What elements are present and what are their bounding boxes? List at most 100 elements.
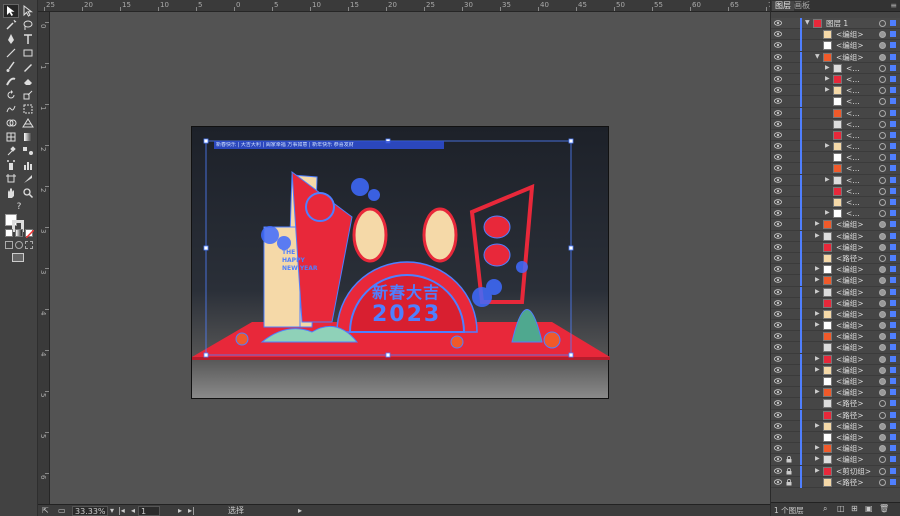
artboard-number-field[interactable]: 1 bbox=[138, 506, 160, 516]
draw-mode-icon[interactable] bbox=[5, 241, 13, 249]
create-sublayer-icon[interactable]: ⊞ bbox=[851, 504, 858, 513]
layer-row[interactable]: ▶ <… bbox=[771, 73, 900, 86]
panel-menu-icon[interactable]: ≡ bbox=[890, 1, 897, 10]
layer-row[interactable]: <编组> bbox=[771, 297, 900, 309]
target-circle-icon[interactable] bbox=[879, 254, 886, 262]
target-circle-icon[interactable] bbox=[879, 42, 886, 50]
visibility-eye-icon[interactable] bbox=[774, 434, 782, 440]
blend-tool-icon[interactable] bbox=[21, 145, 35, 157]
selection-indicator[interactable] bbox=[890, 20, 896, 26]
expand-arrow-icon[interactable]: ▶ bbox=[815, 232, 820, 239]
visibility-eye-icon[interactable] bbox=[774, 165, 782, 172]
selection-indicator[interactable] bbox=[890, 131, 896, 138]
selection-indicator[interactable] bbox=[890, 87, 896, 94]
selection-indicator[interactable] bbox=[890, 467, 896, 474]
lock-icon[interactable] bbox=[786, 456, 792, 463]
layer-row[interactable]: ▶ <编组> bbox=[771, 443, 900, 455]
last-artboard-button[interactable]: ▸| bbox=[188, 506, 195, 516]
eyedropper-tool-icon[interactable] bbox=[4, 145, 18, 157]
layer-row[interactable]: ▶ <编组> bbox=[771, 454, 900, 466]
target-circle-icon[interactable] bbox=[879, 366, 886, 374]
canvas-area[interactable]: 新春快乐 | 大吉大利 | 阖家幸福 万事如意 | 新年快乐 恭喜发财 新春大吉… bbox=[51, 13, 770, 504]
visibility-eye-icon[interactable] bbox=[774, 176, 782, 183]
layer-row[interactable]: ▶ <编组> bbox=[771, 308, 900, 321]
lasso-tool-icon[interactable] bbox=[21, 19, 35, 31]
target-circle-icon[interactable] bbox=[879, 456, 886, 464]
layer-row[interactable]: ▶ <编组> bbox=[771, 387, 900, 399]
selection-indicator[interactable] bbox=[890, 109, 896, 116]
target-circle-icon[interactable] bbox=[879, 210, 886, 218]
type-tool-icon[interactable] bbox=[21, 33, 35, 45]
selection-indicator[interactable] bbox=[890, 400, 896, 407]
screen-mode-icon[interactable] bbox=[12, 253, 24, 262]
layer-row[interactable]: ▶ <剪切组> bbox=[771, 465, 900, 477]
visibility-eye-icon[interactable] bbox=[774, 42, 782, 49]
layer-row[interactable]: ▶ <编组> bbox=[771, 264, 900, 276]
visibility-eye-icon[interactable] bbox=[774, 288, 782, 295]
selection-indicator[interactable] bbox=[890, 433, 896, 440]
layer-row[interactable]: ▶ <编组> bbox=[771, 286, 900, 298]
visibility-eye-icon[interactable] bbox=[774, 322, 782, 328]
pen-tool-icon[interactable] bbox=[4, 33, 18, 45]
selection-indicator[interactable] bbox=[890, 42, 896, 49]
layer-row[interactable]: ▶ <编组> bbox=[771, 420, 900, 432]
visibility-eye-icon[interactable] bbox=[774, 411, 782, 418]
target-circle-icon[interactable] bbox=[879, 411, 886, 419]
target-circle-icon[interactable] bbox=[879, 87, 886, 95]
line-tool-icon[interactable] bbox=[4, 47, 18, 59]
selection-indicator[interactable] bbox=[890, 445, 896, 452]
expand-arrow-icon[interactable]: ▶ bbox=[825, 75, 830, 82]
selection-indicator[interactable] bbox=[890, 478, 896, 485]
visibility-eye-icon[interactable] bbox=[774, 143, 782, 149]
visibility-eye-icon[interactable] bbox=[774, 311, 782, 317]
layer-row[interactable]: ▶ <… bbox=[771, 141, 900, 153]
layer-row[interactable]: ▶ <… bbox=[771, 62, 900, 74]
visibility-eye-icon[interactable] bbox=[774, 344, 782, 351]
artboard[interactable]: 新春快乐 | 大吉大利 | 阖家幸福 万事如意 | 新年快乐 恭喜发财 新春大吉… bbox=[191, 126, 610, 399]
selection-indicator[interactable] bbox=[890, 221, 896, 228]
warp-tool-icon[interactable] bbox=[4, 103, 18, 115]
layer-row[interactable]: <… bbox=[771, 185, 900, 197]
expand-arrow-icon[interactable]: ▶ bbox=[815, 355, 820, 362]
selection-indicator[interactable] bbox=[890, 199, 896, 205]
target-circle-icon[interactable] bbox=[879, 333, 886, 341]
document-icon[interactable]: ▭ bbox=[58, 506, 66, 516]
draw-behind-icon[interactable] bbox=[15, 241, 23, 249]
selection-indicator[interactable] bbox=[890, 422, 896, 429]
visibility-eye-icon[interactable] bbox=[774, 255, 782, 261]
layer-row[interactable]: <路径> bbox=[771, 398, 900, 410]
target-circle-icon[interactable] bbox=[879, 131, 886, 139]
scale-tool-icon[interactable] bbox=[21, 89, 35, 101]
collapse-arrow-icon[interactable]: ▼ bbox=[805, 20, 810, 26]
layer-row[interactable]: ▶ <编组> bbox=[771, 219, 900, 231]
selection-indicator[interactable] bbox=[890, 53, 896, 60]
selection-indicator[interactable] bbox=[890, 310, 896, 317]
layer-row[interactable]: <… bbox=[771, 152, 900, 164]
selection-indicator[interactable] bbox=[890, 366, 896, 373]
target-circle-icon[interactable] bbox=[879, 154, 886, 162]
target-circle-icon[interactable] bbox=[879, 109, 886, 117]
layer-row[interactable]: ▶ <… bbox=[771, 208, 900, 220]
visibility-eye-icon[interactable] bbox=[774, 210, 782, 216]
target-circle-icon[interactable] bbox=[879, 389, 886, 397]
target-circle-icon[interactable] bbox=[879, 299, 886, 307]
shape-builder-tool-icon[interactable] bbox=[4, 117, 18, 129]
color-mode-color-icon[interactable] bbox=[5, 229, 13, 237]
artboard-tool-icon[interactable] bbox=[4, 173, 18, 185]
expand-arrow-icon[interactable]: ▶ bbox=[815, 221, 820, 227]
target-circle-icon[interactable] bbox=[879, 232, 886, 240]
layer-row[interactable]: ▶ <编组> bbox=[771, 230, 900, 242]
target-circle-icon[interactable] bbox=[879, 344, 886, 352]
status-menu-arrow-icon[interactable]: ▸ bbox=[298, 506, 302, 516]
zoom-level-field[interactable]: 33.33% bbox=[72, 506, 108, 516]
visibility-eye-icon[interactable] bbox=[774, 423, 782, 429]
make-clipping-mask-icon[interactable]: ◫ bbox=[837, 504, 845, 513]
layer-row[interactable]: ▶ <编组> bbox=[771, 353, 900, 365]
selection-indicator[interactable] bbox=[890, 31, 896, 38]
target-circle-icon[interactable] bbox=[879, 199, 886, 206]
hand-tool-icon[interactable] bbox=[4, 187, 18, 199]
color-mode-none-icon[interactable] bbox=[25, 229, 34, 238]
target-circle-icon[interactable] bbox=[879, 288, 886, 296]
selection-indicator[interactable] bbox=[890, 143, 896, 150]
visibility-eye-icon[interactable] bbox=[774, 221, 782, 228]
